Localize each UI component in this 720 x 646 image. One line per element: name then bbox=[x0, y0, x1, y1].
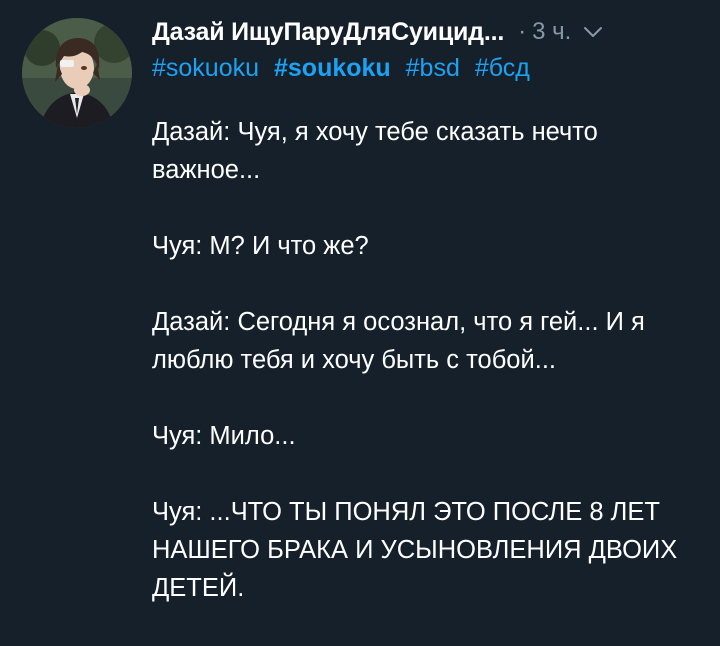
tweet-paragraph: Дазай: Чуя, я хочу тебе сказать нечто ва… bbox=[152, 118, 598, 184]
author-name[interactable]: Дазай ИщуПаруДляСуицид... bbox=[152, 18, 504, 47]
timestamp[interactable]: 3 ч. bbox=[532, 18, 571, 46]
chevron-down-icon[interactable] bbox=[583, 25, 603, 39]
tweet-paragraph: Чуя: Мило... bbox=[152, 422, 296, 450]
separator-dot: · bbox=[518, 18, 527, 45]
avatar[interactable] bbox=[22, 18, 132, 128]
tweet-paragraph: Дазай: Сегодня я осознал, что я гей... И… bbox=[152, 308, 645, 374]
tweet-paragraph: Чуя: ...ЧТО ТЫ ПОНЯЛ ЭТО ПОСЛЕ 8 ЛЕТ НАШ… bbox=[152, 498, 678, 602]
hashtag-link[interactable]: #sokuoku bbox=[152, 54, 259, 82]
hashtag-link[interactable]: #бсд bbox=[475, 54, 530, 82]
tweet-paragraph: Чуя: М? И что же? bbox=[152, 232, 369, 260]
hashtag-link[interactable]: #bsd bbox=[406, 54, 460, 82]
hashtags: #sokuoku #soukoku #bsd #бсд bbox=[152, 54, 698, 83]
tweet-header: Дазай ИщуПаруДляСуицид... · 3 ч. bbox=[152, 14, 698, 50]
tweet-text: Дазай: Чуя, я хочу тебе сказать нечто ва… bbox=[152, 113, 698, 607]
hashtag-link[interactable]: #soukoku bbox=[274, 54, 391, 82]
tweet: Дазай ИщуПаруДляСуицид... · 3 ч. #sokuok… bbox=[0, 0, 720, 646]
tweet-content: Дазай ИщуПаруДляСуицид... · 3 ч. #sokuok… bbox=[152, 14, 698, 607]
